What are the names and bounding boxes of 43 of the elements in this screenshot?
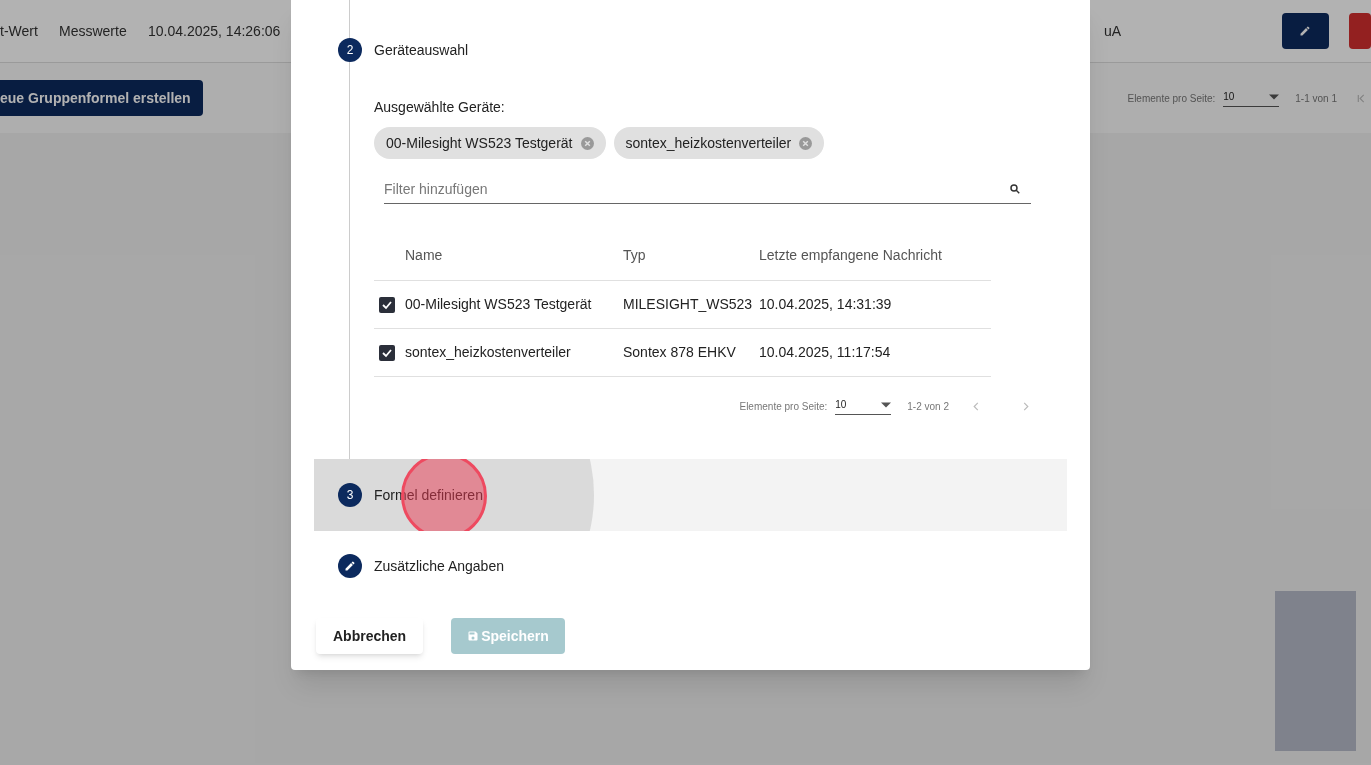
remove-icon[interactable] — [580, 136, 594, 150]
page-size-label: Elemente pro Seite: — [1127, 91, 1216, 106]
row-checkbox[interactable] — [379, 296, 395, 313]
column-header: Typ — [623, 245, 647, 265]
table-cell-text: t-Wert — [0, 21, 39, 41]
column-header: Name — [404, 245, 444, 265]
table-cell-text: Sontex 878 EHKV — [623, 343, 737, 362]
first-page-icon[interactable] — [1357, 93, 1365, 103]
step-header[interactable]: Zusätzliche Angaben — [314, 531, 1067, 601]
step-title: Zusätzliche Angaben — [374, 556, 504, 576]
create-formula-button[interactable]: eue Gruppenformel erstellen — [0, 80, 203, 116]
table-cell-text: sontex_heizkostenverteiler — [405, 343, 572, 362]
dropdown-caret-icon — [881, 401, 892, 408]
table-cell-text: 10.04.2025, 14:31:39 — [759, 295, 892, 314]
filter-field[interactable]: Filter hinzufügen — [384, 176, 1009, 202]
cancel-button[interactable]: Abbrechen — [316, 618, 424, 654]
step-title: Geräteauswahl — [374, 40, 469, 60]
page-size-select[interactable]: 10 — [835, 397, 892, 415]
row-checkbox[interactable] — [379, 344, 395, 361]
table-cell-text: 10.04.2025, 11:17:54 — [759, 343, 891, 362]
delete-button[interactable] — [1349, 13, 1371, 49]
page-size-label: Elemente pro Seite: — [739, 399, 828, 414]
table-cell-text: uA — [1104, 21, 1123, 41]
table-cell-text: 00-Milesight WS523 Testgerät — [405, 295, 593, 314]
column-header: Letzte empfangene Nachricht — [759, 245, 942, 265]
step-number: 2 — [338, 38, 362, 62]
table-cell-text: Messwerte — [59, 21, 128, 41]
page-range: 1-2 von 2 — [907, 399, 949, 414]
page-size-select[interactable]: 10 — [1223, 89, 1280, 107]
search-icon — [1009, 183, 1021, 195]
dropdown-caret-icon — [1269, 93, 1280, 100]
previous-page-icon[interactable] — [973, 401, 979, 411]
pencil-icon — [1299, 25, 1312, 37]
device-chip: sontex_heizkostenverteiler — [613, 127, 825, 159]
table-cell-text: MILESIGHT_WS523 — [623, 295, 754, 314]
selected-devices-label: Ausgewählte Geräte: — [374, 98, 506, 117]
device-chip: 00-Milesight WS523 Testgerät — [374, 127, 606, 159]
edit-button[interactable] — [1282, 13, 1329, 49]
next-page-icon[interactable] — [1023, 401, 1029, 411]
pencil-icon — [344, 560, 356, 572]
table-cell-text: 10.04.2025, 14:26:06 — [148, 21, 282, 41]
remove-icon[interactable] — [799, 136, 813, 150]
page-range: 1-1 von 1 — [1295, 91, 1337, 106]
